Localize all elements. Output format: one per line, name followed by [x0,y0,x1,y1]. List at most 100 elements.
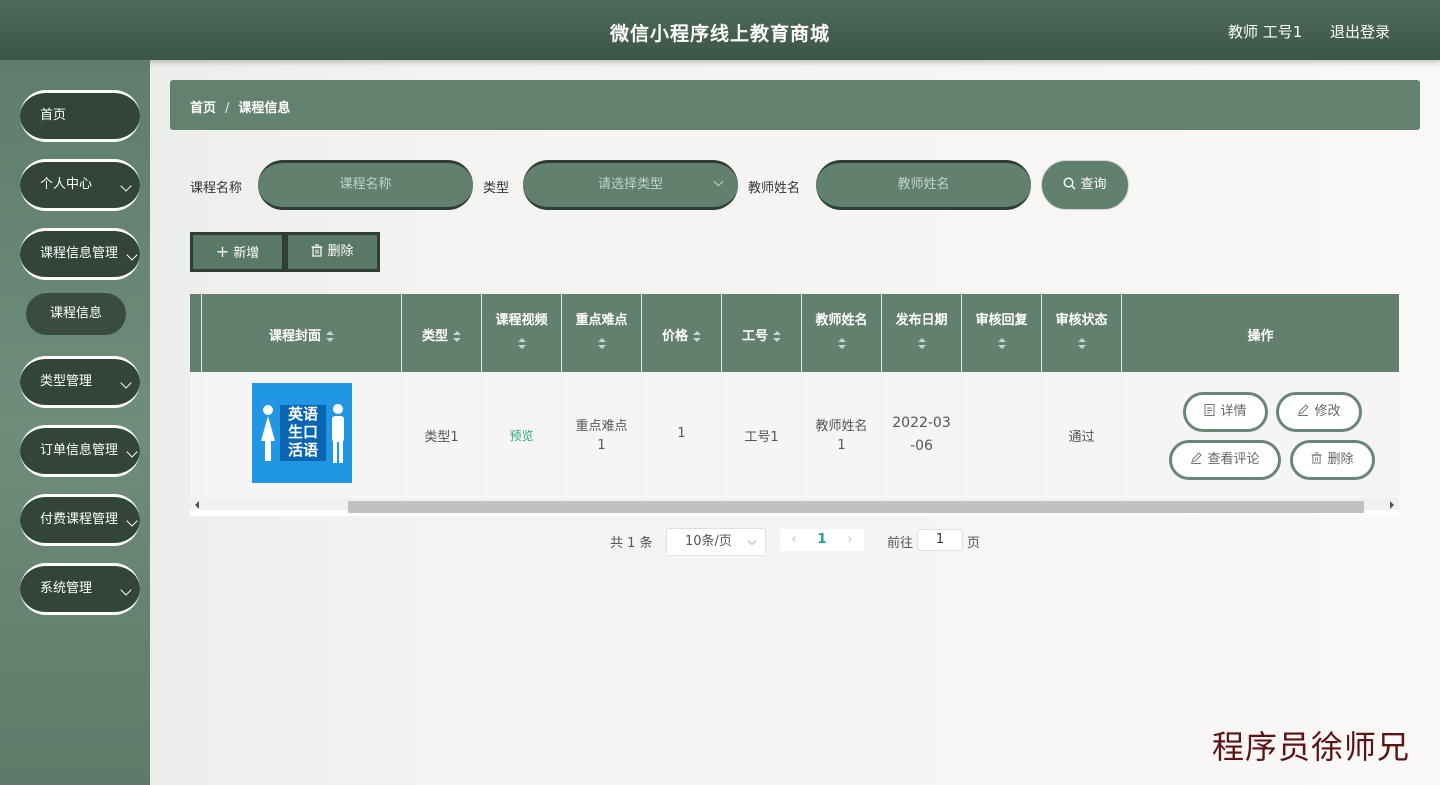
cover-text-line: 活语 [287,441,318,459]
sort-icon[interactable] [517,337,526,350]
sort-icon[interactable] [1077,337,1086,350]
sidebar-item-type-management[interactable]: 类型管理 [20,356,140,408]
type-select[interactable]: 请选择类型 [523,160,738,210]
scrollbar-thumb[interactable] [348,501,1364,513]
logout-link[interactable]: 退出登录 [1330,21,1390,42]
course-name-input[interactable]: 课程名称 [258,160,473,210]
sort-icon[interactable] [693,330,701,343]
sidebar-item-system-management[interactable]: 系统管理 [20,563,140,615]
sort-icon[interactable] [997,337,1006,350]
prev-page-button[interactable]: ‹ [780,529,808,551]
chevron-left-icon: ‹ [791,532,797,547]
search-icon [1063,177,1076,190]
breadcrumb-current: 课程信息 [238,101,291,116]
sidebar-item-personal-center[interactable]: 个人中心 [20,159,140,211]
add-button[interactable]: + 新增 [190,232,285,272]
cover-cell: 英语 生口 活语 [202,372,402,498]
type-select-placeholder: 请选择类型 [597,177,663,192]
table-header-difficulty[interactable]: 重点难点 [562,294,642,372]
breadcrumb: 首页 / 课程信息 [170,80,1420,130]
cell-value: 类型1 [424,430,459,445]
header-label: 工号 [741,329,768,344]
job-no-cell: 工号1 [722,372,802,498]
page-number-current[interactable]: 1 [808,529,836,551]
sort-icon[interactable] [597,337,606,350]
view-comments-button[interactable]: 查看评论 [1169,440,1281,480]
chevron-down-icon [126,249,138,261]
course-name-label: 课程名称 [190,181,243,196]
course-cover-image[interactable]: 英语 生口 活语 [252,383,352,483]
sidebar-item-label: 系统管理 [40,581,93,596]
table-header-date[interactable]: 发布日期 [882,294,962,372]
cover-text-line: 生口 [287,423,318,441]
document-icon [1204,404,1215,416]
chevron-down-icon [126,446,138,458]
cover-text-line: 英语 [287,405,318,423]
row-delete-button[interactable]: 删除 [1290,440,1375,480]
page-size-select[interactable]: 10条/页 [666,528,766,556]
cell-value: 教师姓名 [815,419,868,434]
chevron-down-icon [126,515,138,527]
sort-icon[interactable] [837,337,846,350]
video-preview-link[interactable]: 预览 [482,427,561,444]
scroll-left-icon[interactable] [195,501,199,509]
video-cell: 预览 [482,372,562,498]
sort-icon[interactable] [917,337,926,350]
table-header-video[interactable]: 课程视频 [482,294,562,372]
table-header-job-no[interactable]: 工号 [722,294,802,372]
header-label: 审核状态 [1055,313,1108,328]
trash-icon [1311,452,1323,464]
sidebar-item-order-management[interactable]: 订单信息管理 [20,425,140,477]
table-header-cover[interactable]: 课程封面 [202,294,402,372]
horizontal-scrollbar[interactable] [190,498,1399,513]
goto-page-input[interactable]: 1 [917,529,963,551]
teacher-name-input[interactable]: 教师姓名 [816,160,1031,210]
status-cell: 通过 [1042,372,1122,498]
goto-label: 前往 [887,536,914,551]
query-button-label: 查询 [1080,177,1107,192]
sidebar-item-label: 课程信息管理 [40,246,119,261]
chevron-down-icon [120,377,132,389]
cell-value: 工号1 [744,430,779,445]
chevron-down-icon [120,180,132,192]
table-header-type[interactable]: 类型 [402,294,482,372]
header-label: 类型 [421,329,448,344]
sort-icon[interactable] [453,330,461,343]
sidebar-item-label: 类型管理 [40,374,93,389]
table-header-reply[interactable]: 审核回复 [962,294,1042,372]
teacher-cell: 教师姓名 1 [802,372,882,498]
delete-button[interactable]: 删除 [285,232,380,272]
sidebar-item-home[interactable]: 首页 [20,90,140,142]
table-header-status[interactable]: 审核状态 [1042,294,1122,372]
edit-icon [1298,404,1310,416]
difficulty-cell: 重点难点 1 [562,372,642,498]
chevron-down-icon [120,584,132,596]
table-header-price[interactable]: 价格 [642,294,722,372]
sidebar-item-course-management[interactable]: 课程信息管理 [20,228,140,280]
sidebar-item-label: 付费课程管理 [40,512,119,527]
chevron-down-icon [747,536,757,546]
edit-button-label: 修改 [1314,404,1341,419]
actions-cell: 详情 修改 查看评论 删除 [1122,372,1399,498]
sort-icon[interactable] [326,330,334,343]
type-label: 类型 [483,181,510,196]
teacher-name-label: 教师姓名 [748,181,801,196]
course-table: 课程封面 类型 课程视频 重点难点 价格 工号 教师姓名 发布日期 审核回复 审… [190,294,1399,516]
sidebar-item-paid-course-management[interactable]: 付费课程管理 [20,494,140,546]
edit-button[interactable]: 修改 [1276,392,1362,432]
scroll-right-icon[interactable] [1390,501,1394,509]
chevron-right-icon: › [847,532,853,547]
next-page-button[interactable]: › [836,529,864,551]
breadcrumb-home[interactable]: 首页 [190,101,216,116]
header-label: 重点难点 [575,313,628,328]
add-button-label: 新增 [233,246,260,261]
table-header: 课程封面 类型 课程视频 重点难点 价格 工号 教师姓名 发布日期 审核回复 审… [190,294,1399,372]
cover-text: 英语 生口 活语 [282,405,324,459]
sidebar-subitem-course-info[interactable]: 课程信息 [26,293,126,335]
top-header: 微信小程序线上教育商城 教师 工号1 退出登录 [0,0,1440,60]
header-label: 课程封面 [268,329,321,344]
sort-icon[interactable] [773,330,781,343]
table-header-teacher[interactable]: 教师姓名 [802,294,882,372]
detail-button[interactable]: 详情 [1183,392,1268,432]
query-button[interactable]: 查询 [1041,160,1129,210]
